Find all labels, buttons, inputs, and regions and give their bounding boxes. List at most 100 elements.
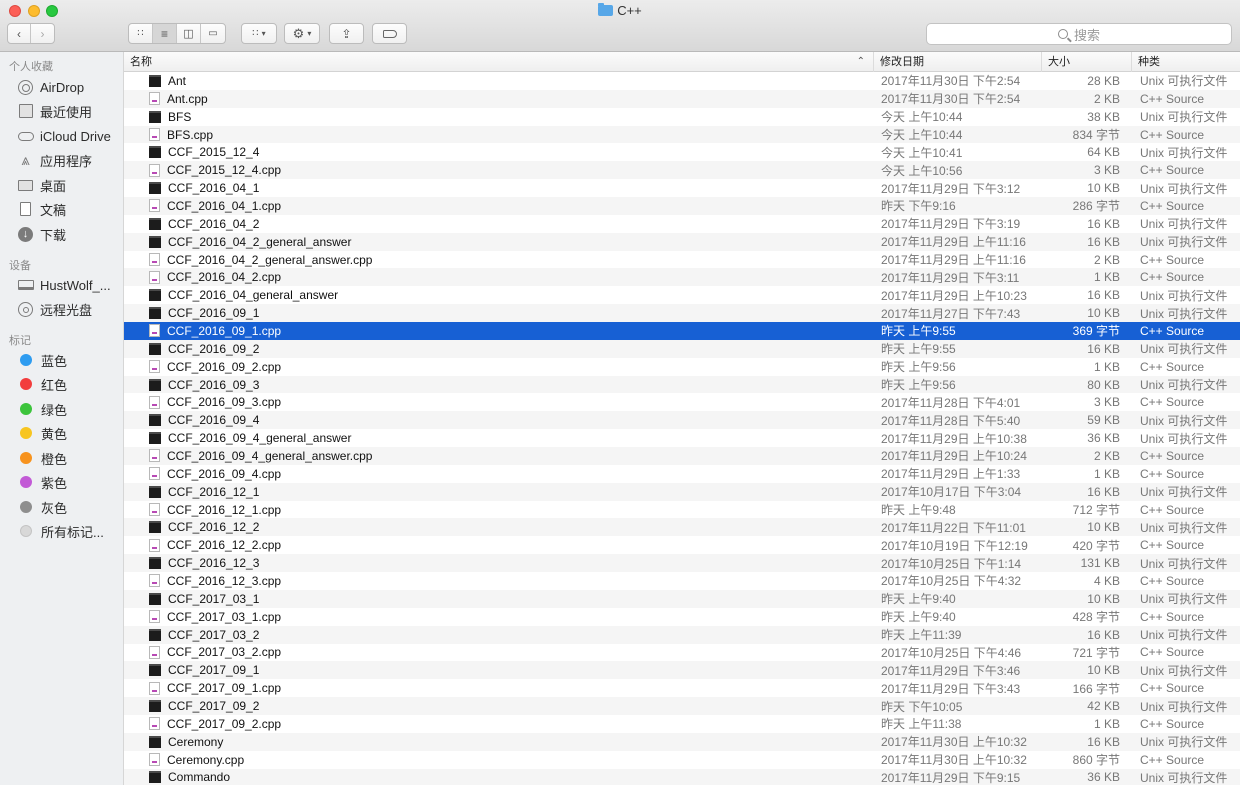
- file-row[interactable]: CCF_2017_03_2 昨天 上午11:39 16 KB Unix 可执行文件: [124, 625, 1240, 644]
- cpp-source-file-icon: [149, 449, 160, 463]
- file-kind: Unix 可执行文件: [1140, 520, 1228, 535]
- file-row[interactable]: CCF_2015_12_4.cpp 今天 上午10:56 3 KB C++ Sourc…: [124, 161, 1240, 180]
- sidebar-item-documents[interactable]: 文稿: [0, 198, 123, 220]
- file-rows: Ant 2017年11月30日 下午2:54 28 KB Unix 可执行文件 Ant.…: [124, 72, 1240, 785]
- file-row[interactable]: Ant.cpp 2017年11月30日 下午2:54 2 KB C++ Source: [124, 89, 1240, 108]
- sidebar-item-downloads[interactable]: ↓ 下载: [0, 223, 123, 245]
- file-row[interactable]: CCF_2016_09_1.cpp 昨天 上午9:55 369 字节 C++ Sour…: [124, 322, 1240, 340]
- file-kind: C++ Source: [1140, 270, 1205, 285]
- action-button[interactable]: ⚙ ▾: [284, 23, 320, 44]
- file-row[interactable]: CCF_2016_04_2_general_answer.cpp 2017年11月…: [124, 251, 1240, 269]
- file-row[interactable]: CCF_2016_09_1 2017年11月27日 下午7:43 10 KB Unix…: [124, 304, 1240, 323]
- file-row[interactable]: CCF_2017_09_2 昨天 下午10:05 42 KB Unix 可执行文件: [124, 697, 1240, 715]
- column-header-size[interactable]: 大小: [1041, 52, 1131, 72]
- file-row[interactable]: CCF_2016_09_2.cpp 昨天 上午9:56 1 KB C++ Source: [124, 358, 1240, 376]
- file-row[interactable]: CCF_2016_09_4_general_answer 2017年11月29日 …: [124, 429, 1240, 447]
- sidebar-tag-yellow[interactable]: 黄色: [0, 422, 123, 444]
- list-view-button[interactable]: ≡: [153, 24, 177, 43]
- file-name-cell: CCF_2015_12_4.cpp: [149, 161, 869, 179]
- back-button[interactable]: ‹: [8, 24, 32, 43]
- cover-flow-button[interactable]: ▭: [201, 24, 225, 43]
- cpp-source-file-icon: [149, 270, 160, 284]
- file-size: 131 KB: [1080, 556, 1120, 571]
- file-row[interactable]: CCF_2016_09_4.cpp 2017年11月29日 上午1:33 1 KB C…: [124, 465, 1240, 483]
- file-row[interactable]: CCF_2016_12_2 2017年11月22日 下午11:01 10 KB Uni…: [124, 518, 1240, 537]
- file-row[interactable]: CCF_2016_12_1.cpp 昨天 上午9:48 712 字节 C++ Sour…: [124, 501, 1240, 519]
- forward-button[interactable]: ›: [31, 24, 54, 43]
- file-row[interactable]: Ant 2017年11月30日 下午2:54 28 KB Unix 可执行文件: [124, 72, 1240, 90]
- file-row[interactable]: CCF_2016_09_3 昨天 上午9:56 80 KB Unix 可执行文件: [124, 375, 1240, 394]
- file-row[interactable]: CCF_2016_04_2_general_answer 2017年11月29日 …: [124, 232, 1240, 251]
- sidebar-tag-red[interactable]: 红色: [0, 373, 123, 395]
- file-name-cell: CCF_2016_09_4: [149, 411, 869, 429]
- file-row[interactable]: CCF_2016_12_3 2017年10月25日 下午1:14 131 KB Uni…: [124, 554, 1240, 573]
- file-name: CCF_2015_12_4.cpp: [167, 163, 282, 178]
- file-row[interactable]: CCF_2016_12_1 2017年10月17日 下午3:04 16 KB Unix…: [124, 482, 1240, 501]
- file-modified-date: 昨天 上午9:48: [881, 503, 956, 518]
- column-header-date[interactable]: 修改日期: [873, 52, 1041, 72]
- file-kind: C++ Source: [1140, 359, 1205, 374]
- file-kind: Unix 可执行文件: [1140, 485, 1228, 500]
- file-row[interactable]: BFS.cpp 今天 上午10:44 834 字节 C++ Source: [124, 125, 1240, 144]
- sidebar-tag-purple[interactable]: 紫色: [0, 471, 123, 493]
- file-row[interactable]: CCF_2016_04_general_answer 2017年11月29日 上午…: [124, 286, 1240, 304]
- file-row[interactable]: CCF_2017_03_1 昨天 上午9:40 10 KB Unix 可执行文件: [124, 589, 1240, 608]
- file-row[interactable]: CCF_2016_04_2.cpp 2017年11月29日 下午3:11 1 KB C…: [124, 268, 1240, 287]
- search-placeholder: 搜索: [1073, 27, 1100, 43]
- recents-icon: [17, 104, 34, 119]
- file-row[interactable]: Ceremony.cpp 2017年11月30日 上午10:32 860 字节 C++…: [124, 751, 1240, 769]
- sidebar-item-airdrop[interactable]: AirDrop: [0, 76, 123, 98]
- file-row[interactable]: Commando 2017年11月29日 下午9:15 36 KB Unix 可执行文…: [124, 768, 1240, 785]
- sidebar-item-remote-disc[interactable]: 远程光盘: [0, 298, 123, 320]
- file-row[interactable]: Ceremony 2017年11月30日 上午10:32 16 KB Unix 可执行…: [124, 732, 1240, 751]
- sidebar-item-applications[interactable]: ⩓ 应用程序: [0, 149, 123, 171]
- column-header-name[interactable]: 名称 ⌃: [124, 52, 873, 72]
- file-row[interactable]: CCF_2015_12_4 今天 上午10:41 64 KB Unix 可执行文件: [124, 143, 1240, 161]
- file-row[interactable]: CCF_2016_09_4 2017年11月28日 下午5:40 59 KB Unix…: [124, 411, 1240, 430]
- arrange-grid-icon: ∷: [252, 28, 259, 39]
- file-modified-date: 今天 上午10:44: [881, 110, 963, 125]
- file-row[interactable]: CCF_2016_04_2 2017年11月29日 下午3:19 16 KB Unix…: [124, 215, 1240, 233]
- file-row[interactable]: CCF_2017_09_1 2017年11月29日 下午3:46 10 KB Unix…: [124, 661, 1240, 680]
- file-row[interactable]: CCF_2017_09_2.cpp 昨天 上午11:38 1 KB C++ Sourc…: [124, 715, 1240, 733]
- sidebar-tag-all[interactable]: 所有标记...: [0, 520, 123, 542]
- file-row[interactable]: CCF_2016_04_1 2017年11月29日 下午3:12 10 KB Unix…: [124, 179, 1240, 197]
- file-row[interactable]: CCF_2016_12_2.cpp 2017年10月19日 下午12:19 420 …: [124, 536, 1240, 554]
- share-button[interactable]: ⇪: [329, 23, 364, 44]
- file-name-cell: CCF_2016_12_1: [149, 483, 869, 501]
- file-name-cell: CCF_2017_03_1.cpp: [149, 608, 869, 626]
- sidebar-tag-green[interactable]: 绿色: [0, 398, 123, 420]
- sidebar-tag-gray[interactable]: 灰色: [0, 496, 123, 518]
- file-modified-date: 2017年10月17日 下午3:04: [881, 485, 1022, 500]
- sidebar-item-macbook[interactable]: HustWolf_...: [0, 274, 123, 296]
- file-row[interactable]: BFS 今天 上午10:44 38 KB Unix 可执行文件: [124, 108, 1240, 126]
- file-modified-date: 昨天 上午9:56: [881, 378, 956, 393]
- column-header-kind[interactable]: 种类: [1131, 52, 1240, 72]
- icon-view-button[interactable]: ∷: [129, 24, 153, 43]
- arrange-button[interactable]: ∷ ▾: [241, 23, 277, 44]
- executable-file-icon: [149, 771, 161, 784]
- sidebar-item-desktop[interactable]: 桌面: [0, 174, 123, 196]
- file-row[interactable]: CCF_2016_09_4_general_answer.cpp 2017年11月…: [124, 447, 1240, 465]
- file-row[interactable]: CCF_2016_12_3.cpp 2017年10月25日 下午4:32 4 KB C…: [124, 572, 1240, 590]
- file-row[interactable]: CCF_2016_04_1.cpp 昨天 下午9:16 286 字节 C++ Sour…: [124, 197, 1240, 215]
- file-name-cell: CCF_2017_03_1: [149, 590, 869, 608]
- column-view-button[interactable]: ◫: [177, 24, 201, 43]
- sidebar-item-recents[interactable]: 最近使用: [0, 100, 123, 122]
- sidebar-tag-blue[interactable]: 蓝色: [0, 349, 123, 371]
- tag-color-dot: [20, 378, 32, 390]
- sidebar-tag-orange[interactable]: 橙色: [0, 447, 123, 469]
- file-size: 2 KB: [1093, 91, 1120, 106]
- column-header-label: 修改日期: [880, 56, 924, 68]
- file-name-cell: Ant.cpp: [149, 90, 869, 108]
- search-input[interactable]: 搜索: [926, 23, 1232, 45]
- edit-tags-button[interactable]: [372, 23, 407, 44]
- file-row[interactable]: CCF_2016_09_3.cpp 2017年11月28日 下午4:01 3 KB C…: [124, 393, 1240, 411]
- file-modified-date: 2017年11月27日 下午7:43: [881, 306, 1021, 321]
- file-row[interactable]: CCF_2017_09_1.cpp 2017年11月29日 下午3:43 166 字…: [124, 679, 1240, 697]
- sidebar-item-icloud-drive[interactable]: iCloud Drive: [0, 125, 123, 147]
- file-name-cell: CCF_2016_12_1.cpp: [149, 501, 869, 519]
- file-row[interactable]: CCF_2017_03_2.cpp 2017年10月25日 下午4:46 721 字…: [124, 644, 1240, 662]
- file-row[interactable]: CCF_2017_03_1.cpp 昨天 上午9:40 428 字节 C++ Sour…: [124, 608, 1240, 626]
- file-row[interactable]: CCF_2016_09_2 昨天 上午9:55 16 KB Unix 可执行文件: [124, 339, 1240, 358]
